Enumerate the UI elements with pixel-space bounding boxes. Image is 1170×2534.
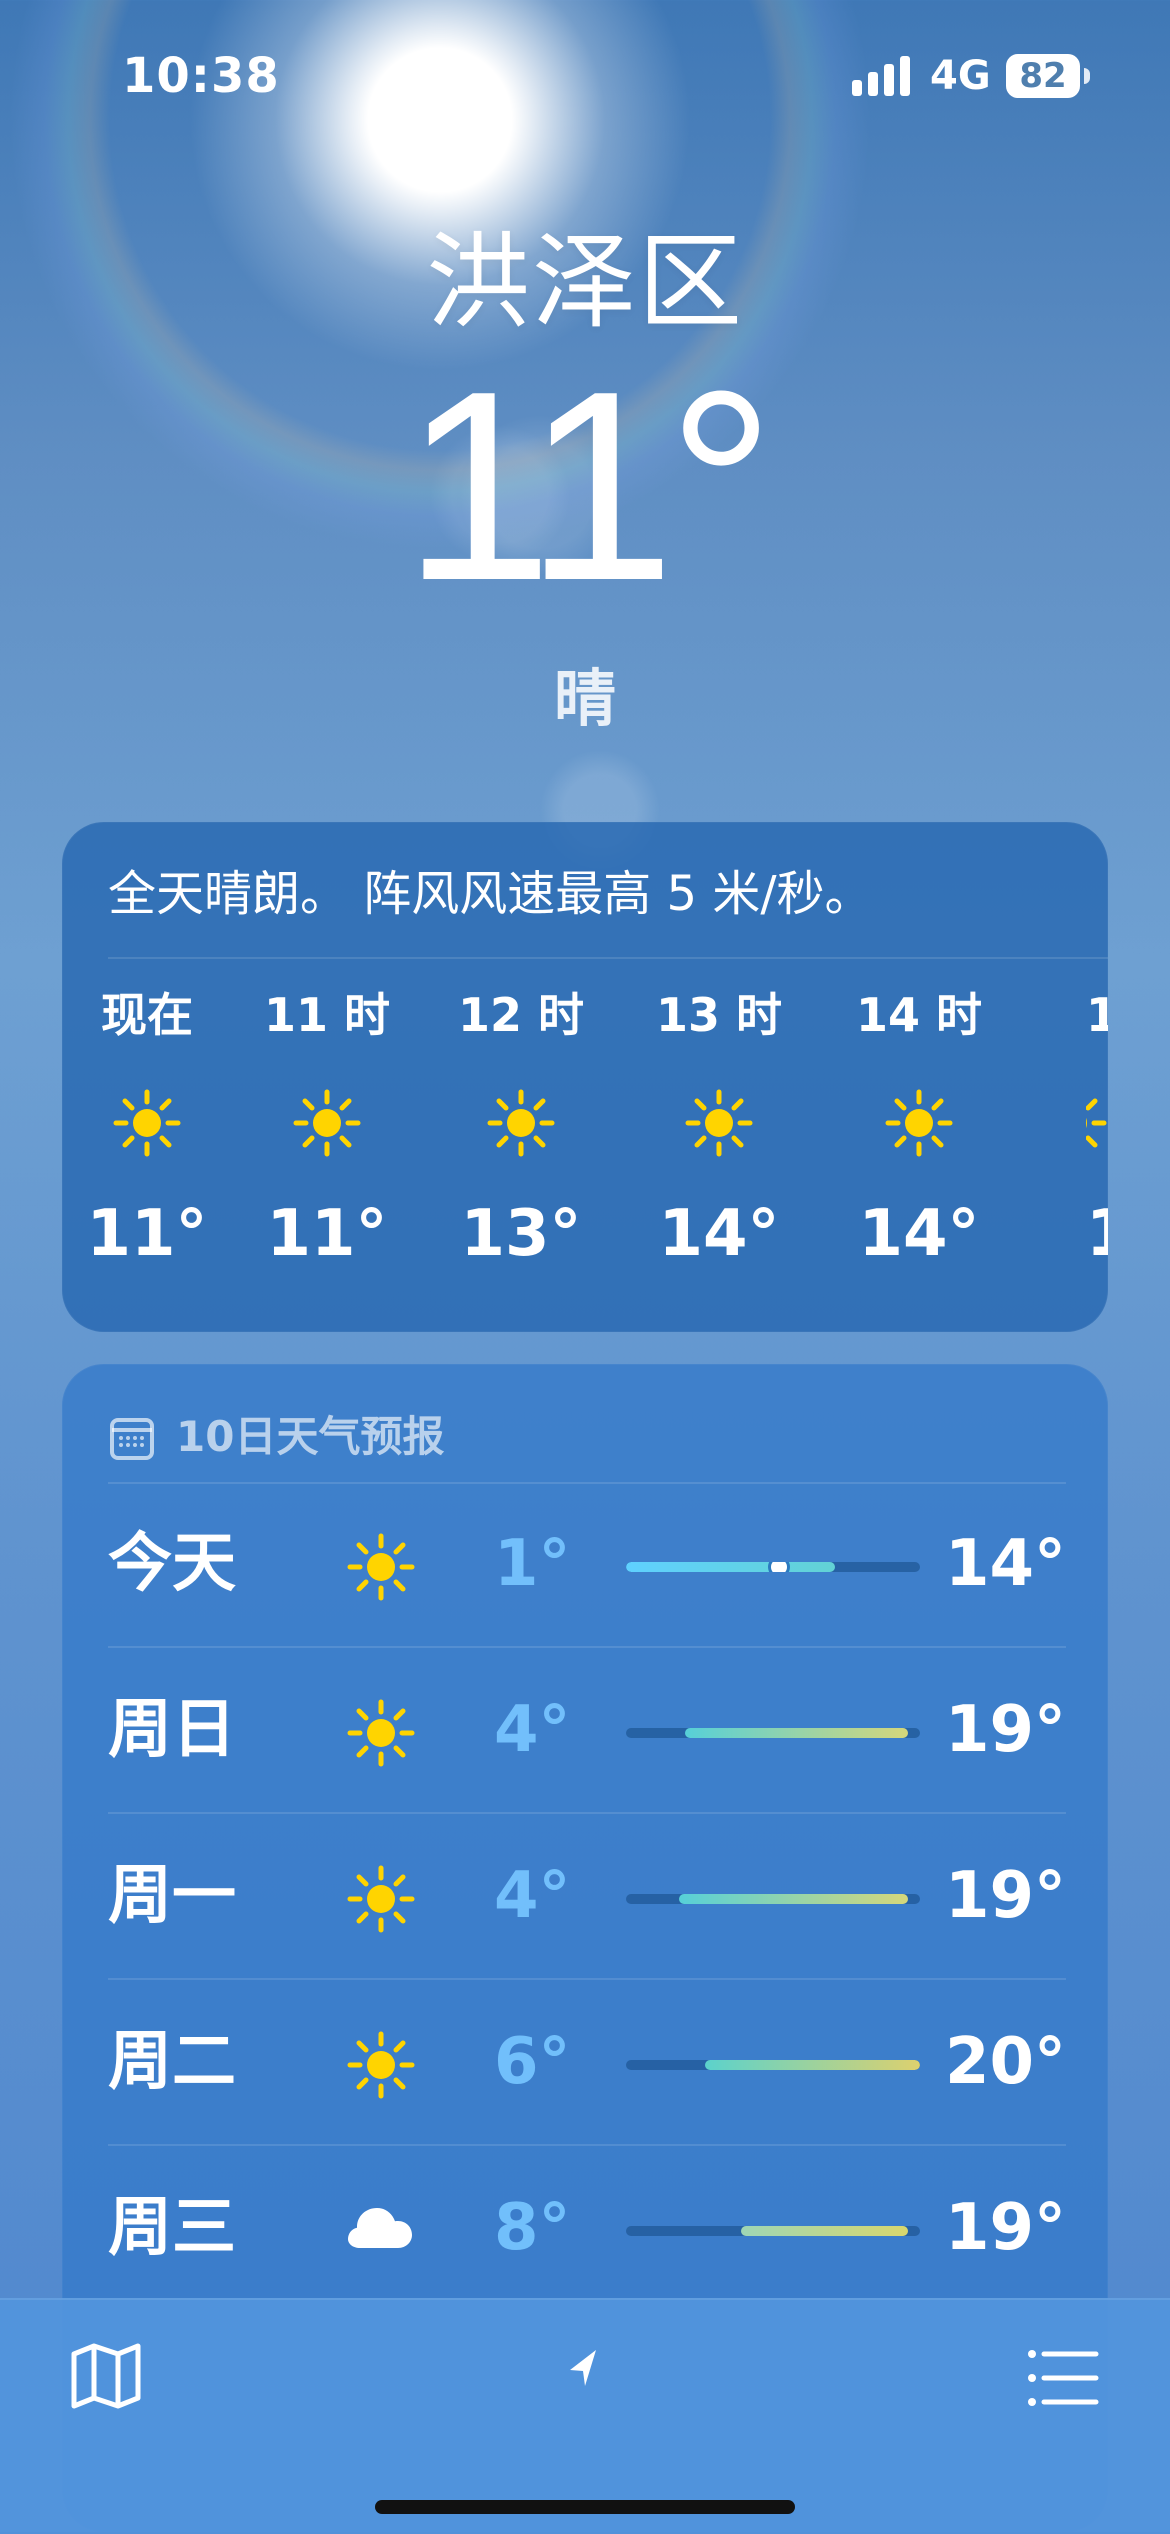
sun-icon: [347, 1865, 415, 1933]
forecast-row-today[interactable]: 今天 1° 14°: [108, 1484, 1066, 1648]
day-name: 周一: [108, 1859, 236, 1933]
cloud-icon: [348, 2208, 412, 2248]
hourly-item: 现在 11°: [62, 992, 232, 1292]
hourly-item: 14 时 14°: [834, 992, 1004, 1292]
high-temperature: 19°: [944, 1693, 1066, 1767]
temperature-range-bar: [626, 1562, 920, 1572]
hourly-temperature: 1: [1086, 1202, 1108, 1266]
high-temperature: 19°: [944, 1859, 1066, 1933]
sun-icon: [347, 1699, 415, 1767]
low-temperature: 8°: [494, 2191, 571, 2265]
low-temperature: 4°: [494, 1859, 571, 1933]
temperature-range-fill: [705, 2060, 920, 2070]
hourly-time: 14 时: [855, 988, 983, 1042]
temperature-range-bar: [626, 2060, 920, 2070]
sun-icon: [885, 1089, 953, 1157]
temperature-range-fill: [678, 1894, 909, 1904]
forecast-title: 10日天气预报: [176, 1412, 445, 1461]
sun-icon: [347, 1533, 415, 1601]
hourly-time: 现在: [101, 988, 193, 1042]
home-indicator: [375, 2500, 795, 2514]
calendar-icon: [110, 1418, 154, 1460]
current-temperature: 11°: [402, 336, 775, 637]
hourly-temperature: 11°: [86, 1197, 208, 1271]
battery-level: 82: [1019, 56, 1067, 96]
location-title: 洪泽区: [425, 221, 744, 343]
hourly-temperature: 13°: [460, 1197, 582, 1271]
sun-icon: [487, 1089, 555, 1157]
summary-divider: [108, 957, 1108, 959]
hourly-time: 12 时: [457, 988, 585, 1042]
low-temperature: 1°: [494, 1527, 571, 1601]
forecast-row-wednesday[interactable]: 周三 8° 19°: [108, 2148, 1066, 2312]
low-temperature: 4°: [494, 1693, 571, 1767]
forecast-row-tuesday[interactable]: 周二 6° 20°: [108, 1982, 1066, 2146]
hourly-item: 11 时 11°: [242, 992, 412, 1292]
hourly-time: 13 时: [655, 988, 783, 1042]
sun-icon: [685, 1089, 753, 1157]
sun-icon: [293, 1089, 361, 1157]
hourly-summary-card: 全天晴朗。 阵风风速最高 5 米/秒。 现在 11° 1 1 时 11° 12 时…: [62, 822, 1108, 1332]
hourly-item: 13 时 14°: [634, 992, 804, 1292]
low-temperature: 6°: [494, 2025, 571, 2099]
network-label: 4G: [930, 53, 991, 99]
high-temperature: 14°: [944, 1527, 1066, 1601]
current-condition: 晴: [553, 662, 616, 735]
weather-summary: 全天晴朗。 阵风风速最高 5 米/秒。: [108, 866, 873, 922]
temperature-range-fill: [684, 1728, 909, 1738]
status-bar: 10:38 4G 82: [0, 0, 1170, 140]
hourly-item: 12 时 13°: [436, 992, 606, 1292]
cellular-signal-icon: [852, 56, 910, 96]
hourly-item: 1 1: [1086, 992, 1108, 1292]
battery-tip: [1084, 68, 1090, 84]
hourly-temperature: 11°: [266, 1197, 388, 1271]
list-icon[interactable]: [1020, 2336, 1104, 2420]
day-name: 周三: [108, 2191, 236, 2265]
forecast-header: 10日天气预报: [108, 1408, 708, 1468]
location-arrow-icon[interactable]: [552, 2340, 612, 2400]
forecast-row-sunday[interactable]: 周日 4° 19°: [108, 1650, 1066, 1814]
day-name: 周二: [108, 2025, 236, 2099]
current-temperature-marker: [770, 1562, 787, 1572]
sun-icon: [1086, 1098, 1107, 1148]
map-icon[interactable]: [66, 2336, 146, 2416]
status-time: 10:38: [122, 48, 280, 104]
battery-icon: 82: [1006, 54, 1090, 98]
forecast-row-monday[interactable]: 周一 4° 19°: [108, 1816, 1066, 1980]
sun-icon: [113, 1089, 181, 1157]
hourly-temperature: 14°: [858, 1197, 980, 1271]
day-name: 今天: [108, 1527, 236, 1601]
day-name: 周日: [108, 1693, 236, 1767]
high-temperature: 19°: [944, 2191, 1066, 2265]
temperature-range-bar: [626, 1894, 920, 1904]
temperature-range-fill: [626, 1562, 835, 1572]
high-temperature: 20°: [944, 2025, 1066, 2099]
temperature-range-fill: [740, 2226, 909, 2236]
bottom-toolbar: [0, 2298, 1170, 2534]
hourly-time: 1: [1086, 992, 1108, 1042]
hourly-time: 11 时: [263, 988, 391, 1042]
sun-icon: [347, 2031, 415, 2099]
hourly-temperature: 14°: [658, 1197, 780, 1271]
temperature-range-bar: [626, 2226, 920, 2236]
hourly-forecast-row[interactable]: 现在 11° 11 时 11° 12 时 13° 13 时 14° 14 时 1…: [62, 992, 1108, 1292]
temperature-range-bar: [626, 1728, 920, 1738]
